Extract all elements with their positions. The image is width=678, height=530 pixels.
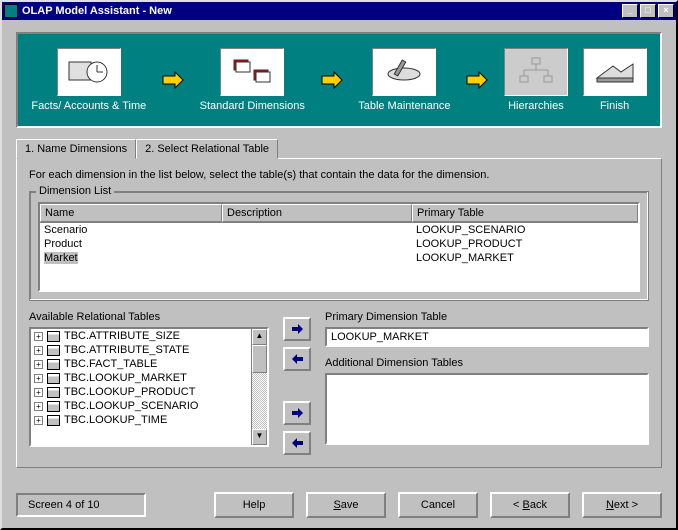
step-label: Standard Dimensions <box>200 100 305 112</box>
expand-icon[interactable]: + <box>34 360 43 369</box>
col-header-description[interactable]: Description <box>222 204 412 222</box>
maximize-button[interactable]: □ <box>640 4 656 18</box>
step-label: Facts/ Accounts & Time <box>31 100 146 112</box>
step-label: Hierarchies <box>504 100 568 112</box>
tab-name-dimensions[interactable]: 1. Name Dimensions <box>16 139 136 159</box>
additional-dimension-tables-label: Additional Dimension Tables <box>325 357 649 369</box>
primary-dimension-table-label: Primary Dimension Table <box>325 311 649 323</box>
table-icon <box>47 331 60 342</box>
dimension-table[interactable]: Name Description Primary Table ScenarioL… <box>38 202 640 292</box>
scroll-track[interactable] <box>252 373 267 429</box>
wizard-window: OLAP Model Assistant - New _ □ × Facts/ … <box>0 0 678 530</box>
remove-from-primary-button[interactable] <box>283 347 311 371</box>
cancel-button[interactable]: Cancel <box>398 492 478 518</box>
table-row[interactable]: ProductLOOKUP_PRODUCT <box>40 237 638 251</box>
list-item[interactable]: +TBC.LOOKUP_MARKET <box>31 371 251 385</box>
app-icon <box>4 4 18 18</box>
list-item[interactable]: +TBC.FACT_TABLE <box>31 357 251 371</box>
step-label: Finish <box>583 100 647 112</box>
arrow-icon <box>465 70 489 90</box>
tab-panel: For each dimension in the list below, se… <box>16 158 662 468</box>
dimension-list-label: Dimension List <box>36 185 114 197</box>
expand-icon[interactable]: + <box>34 416 43 425</box>
scrollbar[interactable]: ▲ ▼ <box>251 329 267 445</box>
step-finish-icon <box>583 48 647 96</box>
close-button[interactable]: × <box>658 4 674 18</box>
dimension-list-group: Dimension List Name Description Primary … <box>29 191 649 301</box>
list-item[interactable]: +TBC.LOOKUP_TIME <box>31 413 251 427</box>
scroll-up-button[interactable]: ▲ <box>252 329 267 345</box>
expand-icon[interactable]: + <box>34 388 43 397</box>
tab-select-relational-table[interactable]: 2. Select Relational Table <box>136 139 278 159</box>
arrow-icon <box>320 70 344 90</box>
instruction-text: For each dimension in the list below, se… <box>29 169 649 181</box>
step-table-maintenance-icon <box>372 48 436 96</box>
step-facts[interactable]: Facts/ Accounts & Time <box>31 48 146 112</box>
step-hierarchies[interactable]: Hierarchies <box>504 48 568 112</box>
additional-dimension-tables-listbox[interactable] <box>325 373 649 445</box>
window-title: OLAP Model Assistant - New <box>22 5 622 17</box>
expand-icon[interactable]: + <box>34 346 43 355</box>
save-button[interactable]: Save <box>306 492 386 518</box>
arrow-icon <box>161 70 185 90</box>
step-facts-icon <box>57 48 121 96</box>
list-item[interactable]: +TBC.LOOKUP_PRODUCT <box>31 385 251 399</box>
col-header-name[interactable]: Name <box>40 204 222 222</box>
table-icon <box>47 415 60 426</box>
table-icon <box>47 359 60 370</box>
available-tables-label: Available Relational Tables <box>29 311 269 323</box>
remove-from-additional-button[interactable] <box>283 431 311 455</box>
expand-icon[interactable]: + <box>34 402 43 411</box>
step-dimensions[interactable]: Standard Dimensions <box>200 48 305 112</box>
move-to-additional-button[interactable] <box>283 401 311 425</box>
table-icon <box>47 345 60 356</box>
step-hierarchies-icon <box>504 48 568 96</box>
minimize-button[interactable]: _ <box>622 4 638 18</box>
table-row[interactable]: ScenarioLOOKUP_SCENARIO <box>40 223 638 237</box>
scroll-thumb[interactable] <box>252 345 267 373</box>
titlebar: OLAP Model Assistant - New _ □ × <box>2 2 676 20</box>
back-button[interactable]: < Back <box>490 492 570 518</box>
next-button[interactable]: Next > <box>582 492 662 518</box>
primary-dimension-table-input[interactable] <box>325 327 649 347</box>
col-header-primary-table[interactable]: Primary Table <box>412 204 638 222</box>
table-icon <box>47 373 60 384</box>
move-to-primary-button[interactable] <box>283 317 311 341</box>
list-item[interactable]: +TBC.LOOKUP_SCENARIO <box>31 399 251 413</box>
screen-indicator: Screen 4 of 10 <box>16 493 146 517</box>
expand-icon[interactable]: + <box>34 374 43 383</box>
step-finish[interactable]: Finish <box>583 48 647 112</box>
list-item[interactable]: +TBC.ATTRIBUTE_SIZE <box>31 329 251 343</box>
list-item[interactable]: +TBC.ATTRIBUTE_STATE <box>31 343 251 357</box>
table-icon <box>47 401 60 412</box>
table-icon <box>47 387 60 398</box>
step-dimensions-icon <box>220 48 284 96</box>
table-row[interactable]: MarketLOOKUP_MARKET <box>40 251 638 265</box>
step-label: Table Maintenance <box>358 100 450 112</box>
scroll-down-button[interactable]: ▼ <box>252 429 267 445</box>
help-button[interactable]: Help <box>214 492 294 518</box>
tab-row: 1. Name Dimensions 2. Select Relational … <box>16 138 662 158</box>
expand-icon[interactable]: + <box>34 332 43 341</box>
wizard-step-banner: Facts/ Accounts & Time Standard Dimensio… <box>16 32 662 128</box>
available-tables-listbox[interactable]: +TBC.ATTRIBUTE_SIZE+TBC.ATTRIBUTE_STATE+… <box>29 327 269 447</box>
step-table-maintenance[interactable]: Table Maintenance <box>358 48 450 112</box>
